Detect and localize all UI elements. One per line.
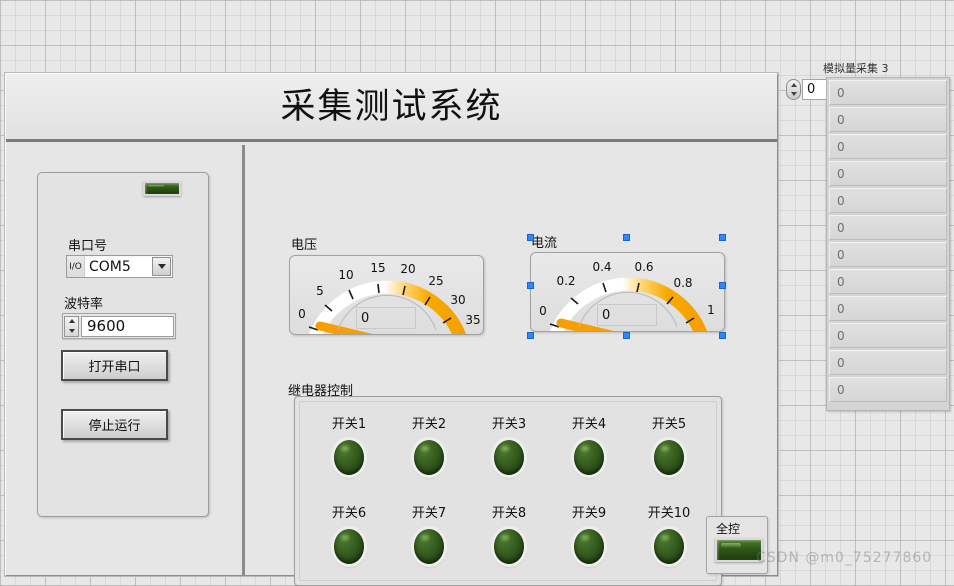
baud-rate-field[interactable]: 9600 — [62, 313, 176, 339]
relay-switch-7-label: 开关7 — [411, 506, 447, 521]
array-cell[interactable]: 0 — [829, 296, 947, 321]
svg-text:0: 0 — [298, 307, 306, 321]
relay-switch-1[interactable]: 开关1 — [309, 413, 389, 475]
relay-switch-2-label: 开关2 — [411, 417, 447, 432]
baud-rate-label: 波特率 — [64, 297, 104, 312]
svg-text:35: 35 — [465, 313, 480, 327]
io-glyph-icon: I/O — [67, 256, 85, 277]
svg-text:10: 10 — [338, 268, 353, 282]
relay-switch-4-led[interactable] — [574, 440, 604, 475]
voltage-gauge-label: 电压 — [291, 238, 318, 253]
relay-switch-1-label: 开关1 — [331, 417, 367, 432]
relay-switch-3-label: 开关3 — [491, 417, 527, 432]
svg-text:1: 1 — [707, 303, 715, 317]
current-gauge-label: 电流 — [531, 236, 558, 251]
svg-text:20: 20 — [400, 262, 415, 276]
array-cell[interactable]: 0 — [829, 134, 947, 159]
current-gauge[interactable]: 0 0.2 0.4 0.6 0.8 1 0 — [530, 252, 725, 332]
relay-switch-9-led[interactable] — [574, 529, 604, 564]
relay-switch-7[interactable]: 开关7 — [389, 502, 469, 564]
array-cell[interactable]: 0 — [829, 323, 947, 348]
relay-switch-3-led[interactable] — [494, 440, 524, 475]
full-control-label: 全控 — [716, 522, 741, 536]
relay-switch-9-label: 开关9 — [571, 506, 607, 521]
svg-text:0: 0 — [539, 304, 547, 318]
panel-divider — [242, 145, 245, 575]
voltage-digital-display[interactable]: 0 — [356, 307, 416, 329]
stop-running-button[interactable]: 停止运行 — [61, 409, 168, 440]
relay-switch-4-label: 开关4 — [571, 417, 607, 432]
relay-switch-4[interactable]: 开关4 — [549, 413, 629, 475]
selection-handle[interactable] — [719, 332, 726, 339]
analog-acquisition-array[interactable]: 0 0 0 0 0 0 0 0 0 0 0 0 — [826, 77, 950, 411]
baud-rate-value[interactable]: 9600 — [81, 315, 174, 337]
serial-settings-panel: 串口号 I/O COM5 波特率 9600 打开串口 停止运行 — [37, 172, 209, 517]
svg-text:5: 5 — [316, 284, 324, 298]
relay-switch-10-led[interactable] — [654, 529, 684, 564]
open-serial-port-button[interactable]: 打开串口 — [61, 350, 168, 381]
relay-switch-10[interactable]: 开关10 — [629, 502, 709, 564]
svg-text:0.2: 0.2 — [556, 274, 575, 288]
array-cell[interactable]: 0 — [829, 188, 947, 213]
voltage-gauge[interactable]: 0 5 10 15 20 25 30 35 0 — [289, 255, 484, 335]
relay-row-bottom: 开关6 开关7 开关8 开关9 开关10 — [309, 502, 709, 564]
array-index-control[interactable]: 0 — [786, 78, 830, 101]
relay-switch-7-led[interactable] — [414, 529, 444, 564]
array-label: 模拟量采集 3 — [823, 62, 889, 75]
connection-status-led[interactable] — [143, 181, 181, 196]
main-application-window: 采集测试系统 串口号 I/O COM5 波特率 9600 打开串口 停止运行 电… — [5, 73, 778, 586]
relay-row-top: 开关1 开关2 开关3 开关4 开关5 — [309, 413, 709, 475]
relay-switch-3[interactable]: 开关3 — [469, 413, 549, 475]
svg-text:15: 15 — [370, 261, 385, 275]
selection-handle[interactable] — [527, 234, 534, 241]
selection-handle[interactable] — [719, 282, 726, 289]
array-cell[interactable]: 0 — [829, 161, 947, 186]
relay-switch-9[interactable]: 开关9 — [549, 502, 629, 564]
array-cell[interactable]: 0 — [829, 377, 947, 402]
selection-handle[interactable] — [719, 234, 726, 241]
relay-switch-2[interactable]: 开关2 — [389, 413, 469, 475]
relay-switch-8-led[interactable] — [494, 529, 524, 564]
serial-port-combobox[interactable]: I/O COM5 — [66, 255, 173, 278]
relay-switch-5[interactable]: 开关5 — [629, 413, 709, 475]
array-cell[interactable]: 0 — [829, 242, 947, 267]
svg-text:0.8: 0.8 — [673, 276, 692, 290]
relay-switch-5-led[interactable] — [654, 440, 684, 475]
svg-text:0.6: 0.6 — [634, 260, 653, 274]
relay-switch-10-label: 开关10 — [647, 506, 691, 521]
relay-control-group: 开关1 开关2 开关3 开关4 开关5 开关6 开关7 开关8 开关9 开关10 — [294, 396, 722, 586]
relay-switch-6-led[interactable] — [334, 529, 364, 564]
array-cell[interactable]: 0 — [829, 107, 947, 132]
watermark: CSDN @m0_75277860 — [756, 550, 933, 566]
relay-switch-2-led[interactable] — [414, 440, 444, 475]
relay-switch-6[interactable]: 开关6 — [309, 502, 389, 564]
page-title: 采集测试系统 — [280, 87, 503, 127]
selection-handle[interactable] — [623, 234, 630, 241]
baud-stepper-icon[interactable] — [64, 315, 79, 337]
svg-text:0.4: 0.4 — [592, 260, 611, 274]
selection-handle[interactable] — [623, 332, 630, 339]
relay-switch-5-label: 开关5 — [651, 417, 687, 432]
array-cell[interactable]: 0 — [829, 215, 947, 240]
relay-switch-8[interactable]: 开关8 — [469, 502, 549, 564]
array-index-stepper-icon[interactable] — [786, 79, 801, 100]
selection-handle[interactable] — [527, 332, 534, 339]
relay-switch-1-led[interactable] — [334, 440, 364, 475]
serial-port-value: COM5 — [89, 258, 131, 275]
array-cell[interactable]: 0 — [829, 80, 947, 105]
selection-handle[interactable] — [527, 282, 534, 289]
svg-text:30: 30 — [450, 293, 465, 307]
chevron-down-icon[interactable] — [152, 257, 171, 276]
relay-switch-8-label: 开关8 — [491, 506, 527, 521]
array-cell[interactable]: 0 — [829, 269, 947, 294]
serial-port-label: 串口号 — [68, 239, 108, 254]
relay-switch-6-label: 开关6 — [331, 506, 367, 521]
array-cell[interactable]: 0 — [829, 350, 947, 375]
svg-text:25: 25 — [428, 274, 443, 288]
title-bar: 采集测试系统 — [6, 74, 777, 142]
current-digital-display[interactable]: 0 — [597, 304, 657, 326]
